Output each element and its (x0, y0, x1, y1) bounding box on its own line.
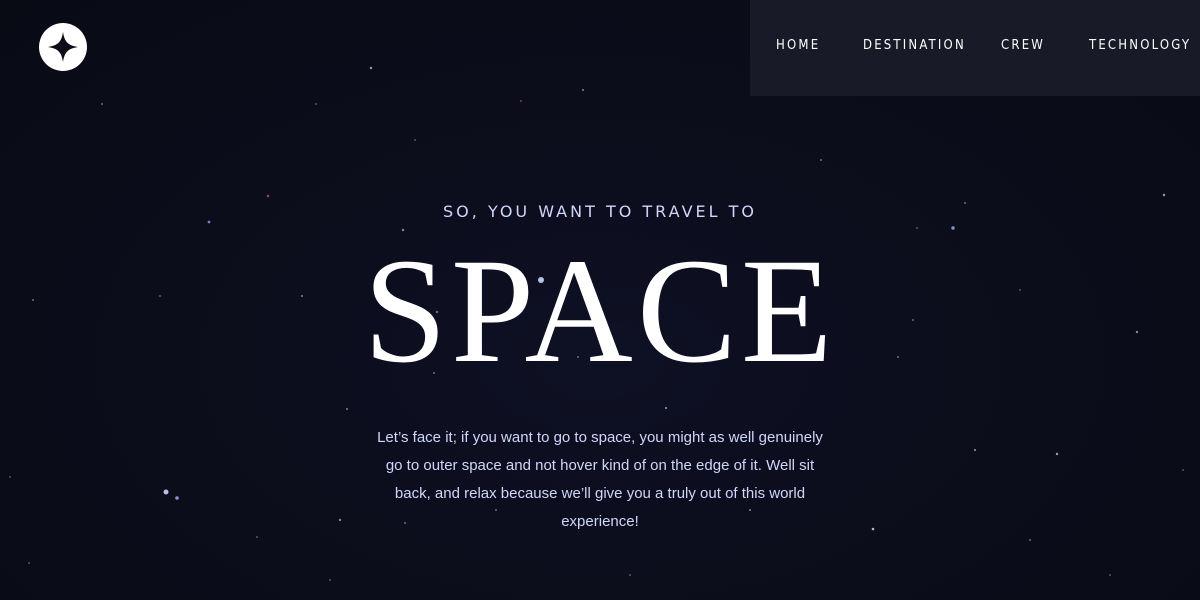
four-point-star-icon (48, 32, 78, 62)
main-navigation: HOME DESTINATION CREW TECHNOLOGY (750, 0, 1200, 96)
nav-item-technology[interactable]: TECHNOLOGY (1089, 38, 1191, 53)
logo[interactable] (39, 23, 87, 71)
nav-item-home[interactable]: HOME (776, 38, 820, 53)
nav-item-destination[interactable]: DESTINATION (863, 38, 966, 53)
hero-eyebrow: SO, YOU WANT TO TRAVEL TO (443, 202, 757, 221)
nav-item-crew[interactable]: CREW (1001, 38, 1045, 53)
hero-title: SPACE (363, 228, 837, 394)
hero-description: Let’s face it; if you want to go to spac… (377, 429, 823, 530)
